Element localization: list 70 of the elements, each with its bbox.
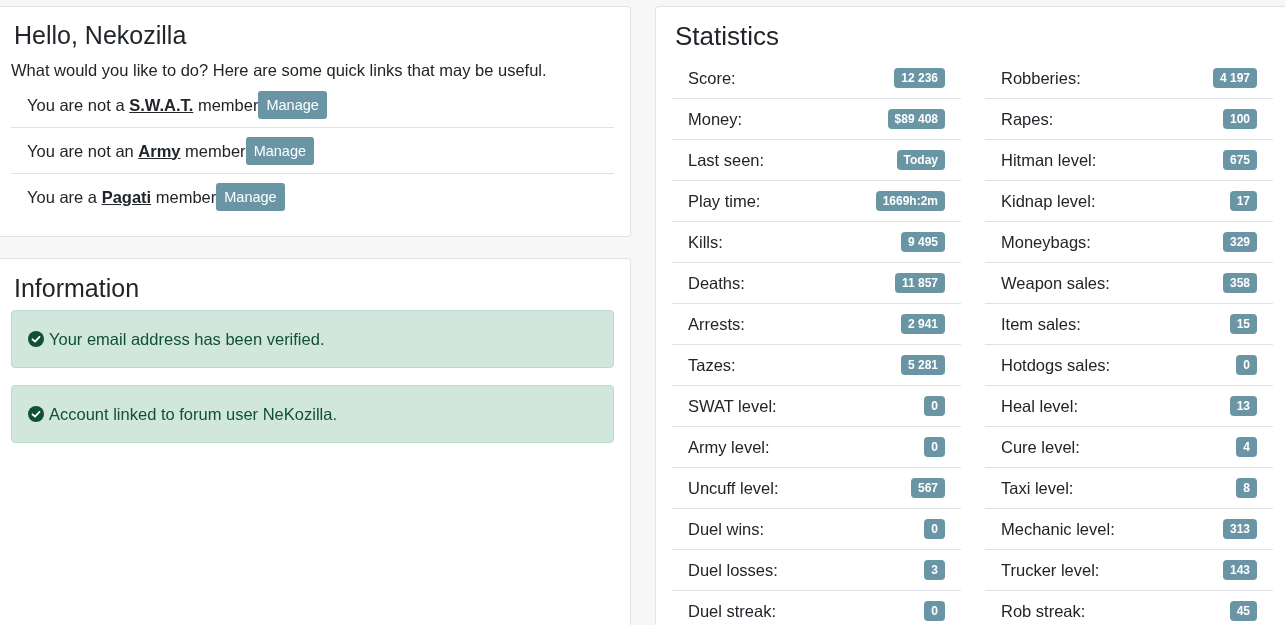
stat-badge: 8	[1236, 478, 1257, 498]
stat-label: Robberies:	[1001, 68, 1081, 89]
stat-label: Weapon sales:	[1001, 273, 1110, 294]
stat-label: Trucker level:	[1001, 560, 1100, 581]
stat-badge: 100	[1222, 109, 1257, 129]
stat-label: Tazes:	[688, 355, 736, 376]
stat-label: Arrests:	[688, 314, 745, 335]
stat-label: Money:	[688, 109, 743, 130]
stat-label: Kills:	[688, 232, 723, 253]
stat-badge: 0	[924, 519, 945, 539]
alert-text: Your email address has been verified.	[49, 329, 325, 350]
stat-label: Taxi level:	[1001, 478, 1074, 499]
stat-label: Army level:	[688, 437, 770, 458]
stat-badge: 15	[1229, 314, 1257, 334]
stat-badge: 9 495	[900, 232, 945, 252]
stat-label: Hotdogs sales:	[1001, 355, 1111, 376]
stat-label: SWAT level:	[688, 396, 777, 417]
check-circle-icon	[28, 406, 44, 422]
stat-badge: 11 857	[894, 273, 945, 293]
stat-badge: 17	[1229, 191, 1257, 211]
stat-badge: 0	[924, 601, 945, 621]
membership-text: You are a Pagati member	[27, 187, 217, 208]
stat-badge: 13	[1229, 396, 1257, 416]
stat-badge: 0	[1236, 355, 1257, 375]
stat-badge: 12 236	[894, 68, 945, 88]
stat-badge: 3	[924, 560, 945, 580]
stat-label: Duel losses:	[688, 560, 778, 581]
alert-text: Account linked to forum user NeKozilla.	[49, 404, 337, 425]
stat-label: Cure level:	[1001, 437, 1080, 458]
stat-label: Duel wins:	[688, 519, 765, 540]
check-circle-icon	[28, 331, 44, 347]
membership-text: You are not a S.W.A.T. member	[27, 94, 259, 116]
stat-badge: 45	[1229, 601, 1257, 621]
stat-label: Play time:	[688, 191, 761, 212]
stat-badge: $89 408	[887, 109, 945, 129]
stat-badge: 5 281	[900, 355, 945, 375]
stat-badge: 143	[1222, 560, 1257, 580]
group-link[interactable]: Pagati	[101, 188, 152, 206]
stat-label: Rapes:	[1001, 109, 1054, 130]
intro-text: What would you like to do? Here are some quick links that may be useful.	[11, 60, 547, 81]
stat-badge: 2 941	[900, 314, 945, 334]
stat-label: Item sales:	[1001, 314, 1081, 335]
stat-label: Last seen:	[688, 150, 765, 171]
group-link[interactable]: S.W.A.T.	[129, 95, 194, 114]
stat-label: Kidnap level:	[1001, 191, 1096, 212]
stat-badge: 358	[1222, 273, 1257, 293]
stat-label: Deaths:	[688, 273, 745, 294]
stat-badge: 0	[924, 437, 945, 457]
stat-label: Hitman level:	[1001, 150, 1097, 171]
stat-label: Moneybags:	[1001, 232, 1091, 253]
stat-badge: 313	[1222, 519, 1257, 539]
group-link[interactable]: Army	[138, 141, 181, 160]
stat-badge: 675	[1222, 150, 1257, 170]
stat-label: Score:	[688, 68, 736, 89]
stat-badge: 4 197	[1212, 68, 1257, 88]
stat-badge: 567	[910, 478, 945, 498]
stat-label: Heal level:	[1001, 396, 1079, 417]
stat-label: Mechanic level:	[1001, 519, 1115, 540]
stat-badge: Today	[896, 150, 945, 170]
card-title: Information	[14, 273, 140, 303]
stat-label: Uncuff level:	[688, 478, 779, 499]
stat-label: Rob streak:	[1001, 601, 1086, 622]
stat-badge: 4	[1236, 437, 1257, 457]
stat-badge: 1669h:2m	[875, 191, 945, 211]
stat-badge: 0	[924, 396, 945, 416]
card-title: Hello, Nekozilla	[14, 20, 187, 50]
stat-badge: 329	[1222, 232, 1257, 252]
membership-text: You are not an Army member	[27, 140, 246, 162]
card-title: Statistics	[675, 21, 780, 51]
stat-label: Duel streak:	[688, 601, 777, 622]
